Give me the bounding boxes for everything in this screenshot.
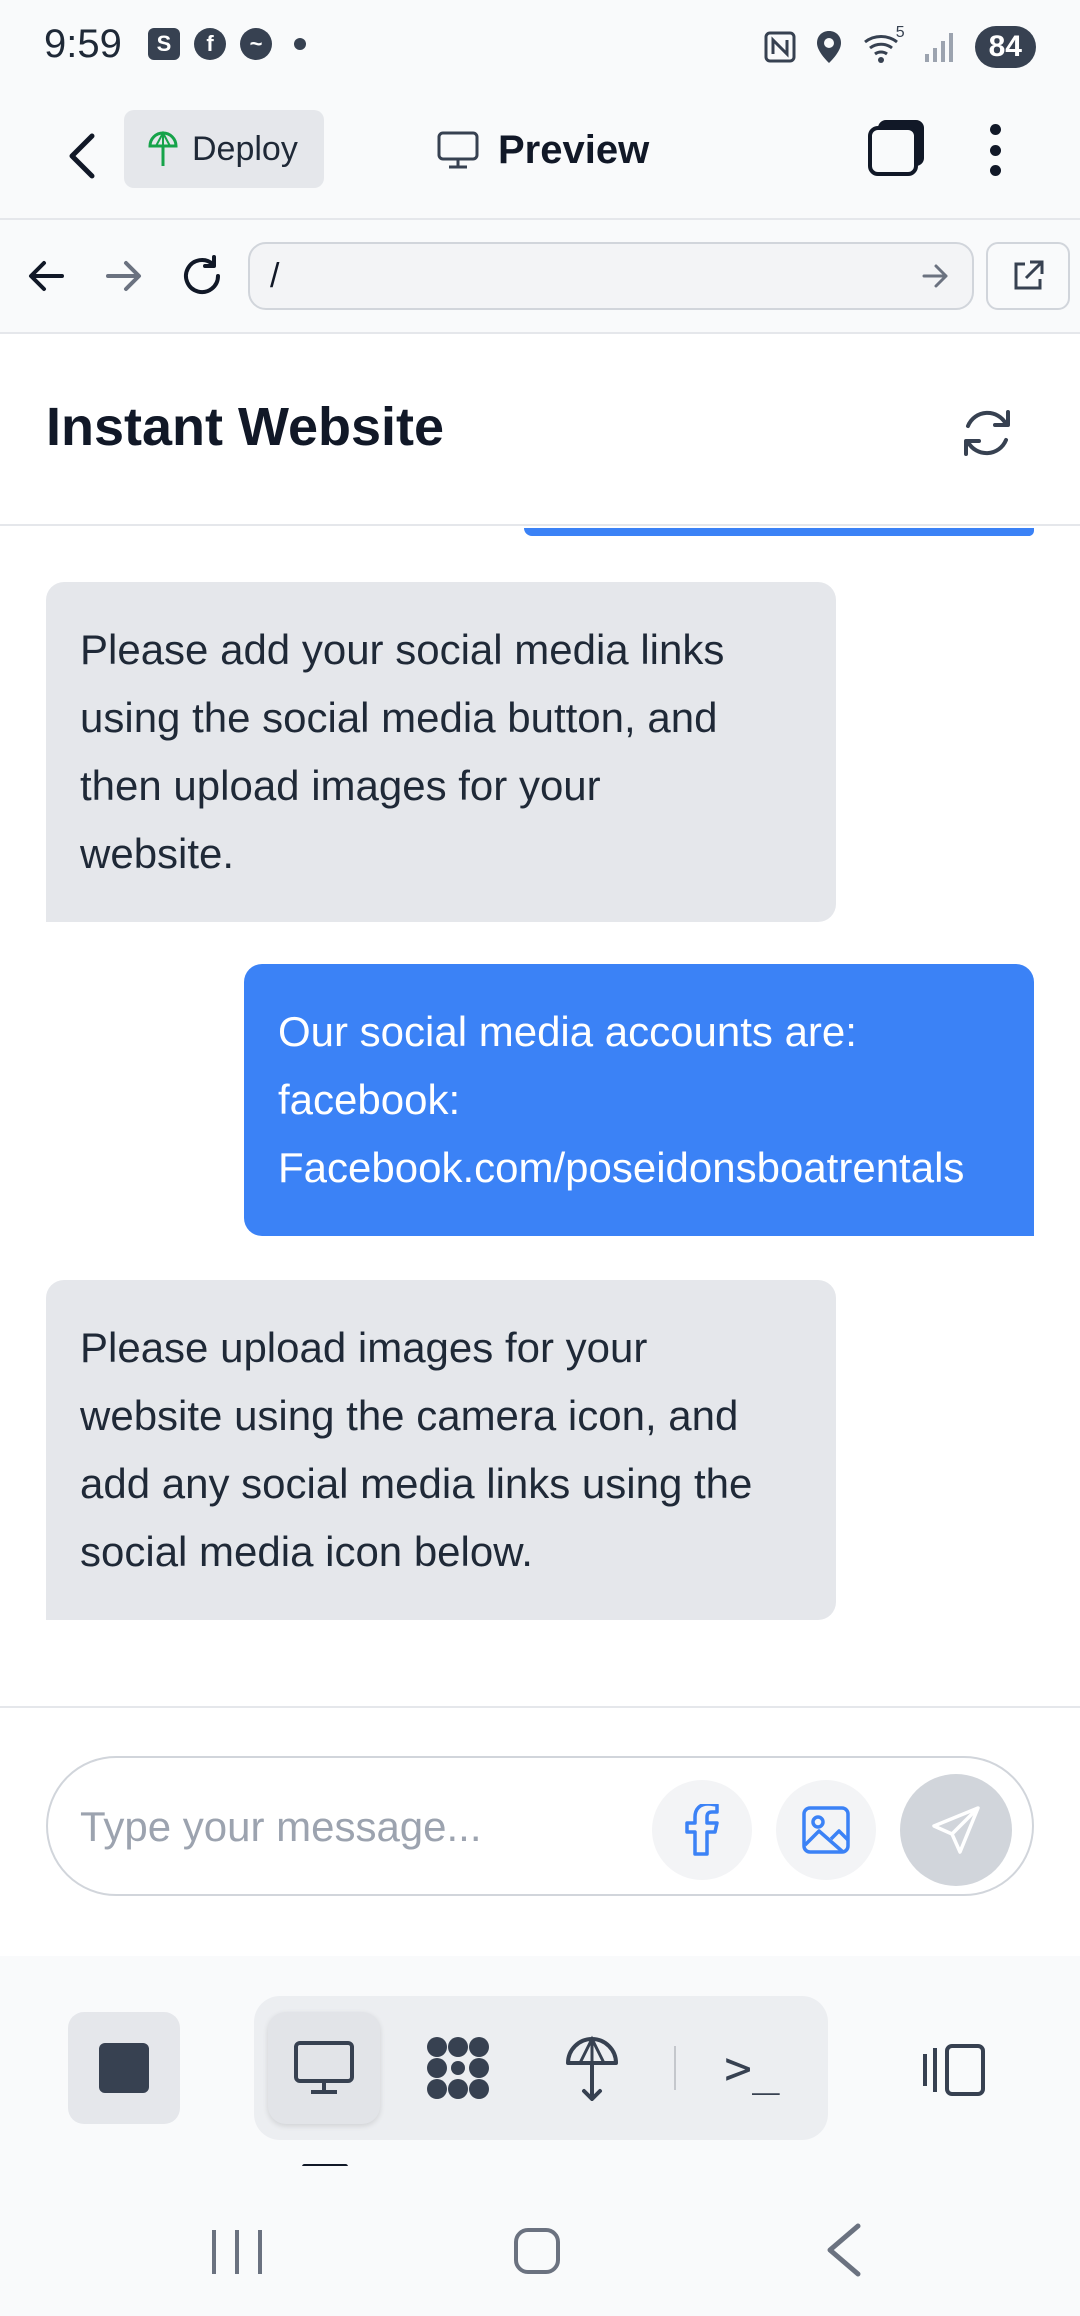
recents-bar bbox=[212, 2230, 216, 2274]
bottom-toolbar: >_ bbox=[0, 1956, 1080, 2169]
send-button[interactable] bbox=[900, 1774, 1012, 1886]
status-time: 9:59 bbox=[44, 22, 122, 66]
notification-icons: S f ~ bbox=[148, 28, 306, 60]
dot-icon bbox=[294, 38, 306, 50]
stop-button[interactable] bbox=[68, 2012, 180, 2124]
url-text: / bbox=[270, 256, 280, 295]
monitor-icon bbox=[294, 2041, 354, 2094]
social-media-button[interactable] bbox=[652, 1780, 752, 1880]
view-switcher: >_ bbox=[254, 1996, 828, 2140]
home-button[interactable] bbox=[514, 2228, 560, 2274]
terminal-icon: >_ bbox=[724, 2041, 780, 2095]
message-line: Please upload images for your bbox=[80, 1324, 648, 1371]
recent-apps-button[interactable] bbox=[212, 2230, 262, 2274]
refresh-icon[interactable] bbox=[956, 402, 1018, 464]
reload-button[interactable] bbox=[176, 250, 228, 302]
previous-message-bubble bbox=[524, 528, 1034, 536]
more-dot bbox=[989, 124, 1001, 135]
site-header: Instant Website bbox=[0, 334, 1080, 526]
image-icon bbox=[802, 1806, 850, 1854]
monitor-icon bbox=[437, 131, 479, 169]
wifi-indicator: 5 bbox=[861, 24, 905, 64]
preview-tool-button[interactable] bbox=[268, 2012, 380, 2124]
message-line: website using the camera icon, and bbox=[80, 1392, 739, 1439]
panel-toggle-button[interactable] bbox=[914, 2030, 994, 2110]
external-link-icon bbox=[1014, 260, 1044, 290]
system-icons: 5 84 bbox=[763, 24, 1036, 68]
arrow-left-icon bbox=[29, 261, 64, 291]
preview-label: Preview bbox=[498, 127, 650, 172]
messenger-icon: ~ bbox=[240, 28, 272, 60]
deploy-button[interactable]: Deploy bbox=[124, 110, 324, 188]
chevron-left-icon bbox=[69, 133, 95, 179]
message-composer bbox=[46, 1756, 1034, 1896]
arrow-right-icon bbox=[106, 261, 141, 291]
browser-back-button[interactable] bbox=[20, 250, 72, 302]
bot-message: Please add your social media links using… bbox=[46, 582, 836, 922]
message-line: Please add your social media links bbox=[80, 626, 725, 673]
nfc-icon bbox=[764, 31, 796, 63]
message-line: using the social media button, and bbox=[80, 694, 718, 741]
message-line: social media icon below. bbox=[80, 1528, 533, 1575]
facebook-icon: f bbox=[194, 28, 226, 60]
message-line: Our social media accounts are: bbox=[278, 1008, 857, 1055]
back-button[interactable] bbox=[52, 126, 112, 186]
deploy-label: Deploy bbox=[192, 129, 298, 168]
deploy-icon bbox=[148, 130, 178, 166]
chat-messages[interactable]: Please add your social media links using… bbox=[0, 528, 1080, 1708]
deploy-tool-button[interactable] bbox=[536, 2012, 648, 2124]
terminal-tool-button[interactable]: >_ bbox=[696, 2012, 808, 2124]
status-bar: 9:59 S f ~ 5 84 bbox=[0, 0, 1080, 96]
wifi-label: 5 bbox=[895, 24, 905, 41]
composer bbox=[0, 1706, 1080, 1956]
location-icon bbox=[816, 31, 841, 63]
toolbar-divider bbox=[674, 2046, 676, 2090]
message-line: then upload images for your bbox=[80, 762, 601, 809]
more-dot bbox=[989, 165, 1001, 176]
more-dot bbox=[989, 144, 1001, 156]
browser-forward-button[interactable] bbox=[98, 250, 150, 302]
more-options-button[interactable] bbox=[980, 118, 1010, 182]
open-external-button[interactable] bbox=[986, 242, 1070, 310]
bot-message: Please upload images for your website us… bbox=[46, 1280, 836, 1620]
facebook-icon bbox=[685, 1804, 719, 1856]
tabs-icon[interactable] bbox=[866, 116, 928, 178]
url-field[interactable]: / bbox=[248, 242, 974, 310]
signal-icon bbox=[924, 33, 953, 62]
reload-icon bbox=[184, 255, 220, 294]
stop-icon bbox=[99, 2043, 149, 2093]
site-title: Instant Website bbox=[46, 397, 445, 457]
app-header: Deploy Preview bbox=[0, 96, 1080, 220]
go-arrow-icon[interactable] bbox=[918, 258, 954, 294]
send-icon bbox=[932, 1806, 980, 1854]
preview-title: Preview bbox=[436, 118, 649, 182]
user-message: Our social media accounts are: facebook:… bbox=[244, 964, 1034, 1236]
recents-bar bbox=[235, 2230, 239, 2274]
message-line: add any social media links using the bbox=[80, 1460, 753, 1507]
deploy-icon bbox=[566, 2035, 618, 2101]
message-line: facebook: bbox=[278, 1076, 461, 1123]
recents-bar bbox=[258, 2230, 262, 2274]
sidebar-panel-icon bbox=[923, 2044, 985, 2096]
message-line: website. bbox=[80, 830, 235, 877]
apps-tool-button[interactable] bbox=[402, 2012, 514, 2124]
battery-indicator: 84 bbox=[974, 26, 1036, 68]
android-navigation-bar bbox=[0, 2166, 1080, 2316]
message-input[interactable] bbox=[80, 1792, 660, 1862]
url-bar: / bbox=[0, 220, 1080, 334]
s-app-icon: S bbox=[148, 28, 180, 60]
system-back-button[interactable] bbox=[820, 2222, 870, 2278]
image-upload-button[interactable] bbox=[776, 1780, 876, 1880]
grid-blob-icon bbox=[427, 2037, 489, 2099]
message-line: Facebook.com/poseidonsboatrentals bbox=[278, 1144, 965, 1191]
